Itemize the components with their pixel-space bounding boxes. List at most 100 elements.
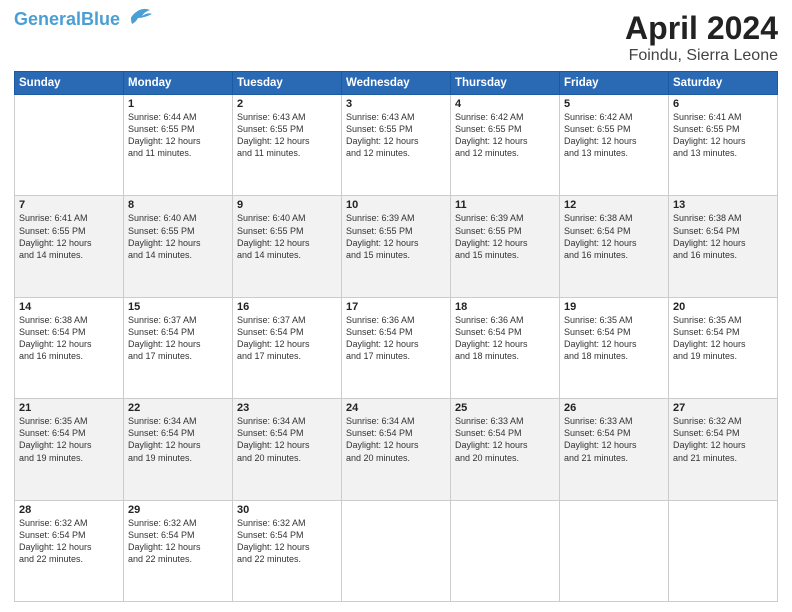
title-block: April 2024 Foindu, Sierra Leone — [625, 10, 778, 65]
day-info: Sunrise: 6:32 AMSunset: 6:54 PMDaylight:… — [673, 415, 773, 464]
day-number: 10 — [346, 199, 446, 211]
day-info: Sunrise: 6:34 AMSunset: 6:54 PMDaylight:… — [128, 415, 228, 464]
col-thursday: Thursday — [451, 72, 560, 95]
day-number: 20 — [673, 301, 773, 313]
day-info: Sunrise: 6:32 AMSunset: 6:54 PMDaylight:… — [19, 517, 119, 566]
calendar-week-row: 21Sunrise: 6:35 AMSunset: 6:54 PMDayligh… — [15, 399, 778, 500]
main-title: April 2024 — [625, 10, 778, 47]
header: GeneralBlue April 2024 Foindu, Sierra Le… — [14, 10, 778, 65]
calendar-cell: 19Sunrise: 6:35 AMSunset: 6:54 PMDayligh… — [560, 297, 669, 398]
day-number: 7 — [19, 199, 119, 211]
day-number: 30 — [237, 504, 337, 516]
day-number: 8 — [128, 199, 228, 211]
day-number: 2 — [237, 98, 337, 110]
calendar-cell: 9Sunrise: 6:40 AMSunset: 6:55 PMDaylight… — [233, 196, 342, 297]
calendar-cell: 8Sunrise: 6:40 AMSunset: 6:55 PMDaylight… — [124, 196, 233, 297]
day-info: Sunrise: 6:41 AMSunset: 6:55 PMDaylight:… — [673, 111, 773, 160]
day-info: Sunrise: 6:38 AMSunset: 6:54 PMDaylight:… — [673, 212, 773, 261]
day-number: 24 — [346, 402, 446, 414]
calendar: Sunday Monday Tuesday Wednesday Thursday… — [14, 71, 778, 602]
calendar-cell: 14Sunrise: 6:38 AMSunset: 6:54 PMDayligh… — [15, 297, 124, 398]
day-info: Sunrise: 6:42 AMSunset: 6:55 PMDaylight:… — [455, 111, 555, 160]
page: GeneralBlue April 2024 Foindu, Sierra Le… — [0, 0, 792, 612]
day-number: 9 — [237, 199, 337, 211]
day-info: Sunrise: 6:41 AMSunset: 6:55 PMDaylight:… — [19, 212, 119, 261]
calendar-cell: 17Sunrise: 6:36 AMSunset: 6:54 PMDayligh… — [342, 297, 451, 398]
col-tuesday: Tuesday — [233, 72, 342, 95]
calendar-cell: 16Sunrise: 6:37 AMSunset: 6:54 PMDayligh… — [233, 297, 342, 398]
day-number: 12 — [564, 199, 664, 211]
calendar-cell: 12Sunrise: 6:38 AMSunset: 6:54 PMDayligh… — [560, 196, 669, 297]
calendar-cell: 21Sunrise: 6:35 AMSunset: 6:54 PMDayligh… — [15, 399, 124, 500]
day-info: Sunrise: 6:39 AMSunset: 6:55 PMDaylight:… — [455, 212, 555, 261]
day-info: Sunrise: 6:32 AMSunset: 6:54 PMDaylight:… — [237, 517, 337, 566]
calendar-cell — [342, 500, 451, 601]
day-number: 19 — [564, 301, 664, 313]
calendar-week-row: 7Sunrise: 6:41 AMSunset: 6:55 PMDaylight… — [15, 196, 778, 297]
day-info: Sunrise: 6:39 AMSunset: 6:55 PMDaylight:… — [346, 212, 446, 261]
calendar-cell: 13Sunrise: 6:38 AMSunset: 6:54 PMDayligh… — [669, 196, 778, 297]
day-info: Sunrise: 6:34 AMSunset: 6:54 PMDaylight:… — [237, 415, 337, 464]
calendar-cell: 5Sunrise: 6:42 AMSunset: 6:55 PMDaylight… — [560, 95, 669, 196]
col-monday: Monday — [124, 72, 233, 95]
calendar-cell: 26Sunrise: 6:33 AMSunset: 6:54 PMDayligh… — [560, 399, 669, 500]
day-number: 15 — [128, 301, 228, 313]
logo: GeneralBlue — [14, 10, 152, 30]
logo-bird-icon — [122, 4, 152, 26]
logo-text: GeneralBlue — [14, 10, 120, 30]
calendar-week-row: 1Sunrise: 6:44 AMSunset: 6:55 PMDaylight… — [15, 95, 778, 196]
day-info: Sunrise: 6:43 AMSunset: 6:55 PMDaylight:… — [237, 111, 337, 160]
day-number: 18 — [455, 301, 555, 313]
calendar-cell — [669, 500, 778, 601]
calendar-cell — [15, 95, 124, 196]
calendar-cell: 24Sunrise: 6:34 AMSunset: 6:54 PMDayligh… — [342, 399, 451, 500]
day-info: Sunrise: 6:33 AMSunset: 6:54 PMDaylight:… — [564, 415, 664, 464]
day-number: 16 — [237, 301, 337, 313]
col-saturday: Saturday — [669, 72, 778, 95]
calendar-cell: 1Sunrise: 6:44 AMSunset: 6:55 PMDaylight… — [124, 95, 233, 196]
calendar-cell: 15Sunrise: 6:37 AMSunset: 6:54 PMDayligh… — [124, 297, 233, 398]
day-info: Sunrise: 6:35 AMSunset: 6:54 PMDaylight:… — [564, 314, 664, 363]
calendar-cell: 29Sunrise: 6:32 AMSunset: 6:54 PMDayligh… — [124, 500, 233, 601]
calendar-week-row: 28Sunrise: 6:32 AMSunset: 6:54 PMDayligh… — [15, 500, 778, 601]
calendar-cell: 6Sunrise: 6:41 AMSunset: 6:55 PMDaylight… — [669, 95, 778, 196]
col-sunday: Sunday — [15, 72, 124, 95]
day-number: 25 — [455, 402, 555, 414]
calendar-cell: 22Sunrise: 6:34 AMSunset: 6:54 PMDayligh… — [124, 399, 233, 500]
day-number: 13 — [673, 199, 773, 211]
calendar-cell: 7Sunrise: 6:41 AMSunset: 6:55 PMDaylight… — [15, 196, 124, 297]
col-friday: Friday — [560, 72, 669, 95]
day-number: 14 — [19, 301, 119, 313]
calendar-cell: 18Sunrise: 6:36 AMSunset: 6:54 PMDayligh… — [451, 297, 560, 398]
day-number: 11 — [455, 199, 555, 211]
calendar-cell: 3Sunrise: 6:43 AMSunset: 6:55 PMDaylight… — [342, 95, 451, 196]
day-info: Sunrise: 6:33 AMSunset: 6:54 PMDaylight:… — [455, 415, 555, 464]
calendar-cell: 20Sunrise: 6:35 AMSunset: 6:54 PMDayligh… — [669, 297, 778, 398]
day-info: Sunrise: 6:35 AMSunset: 6:54 PMDaylight:… — [19, 415, 119, 464]
day-info: Sunrise: 6:37 AMSunset: 6:54 PMDaylight:… — [128, 314, 228, 363]
day-info: Sunrise: 6:38 AMSunset: 6:54 PMDaylight:… — [564, 212, 664, 261]
calendar-header-row: Sunday Monday Tuesday Wednesday Thursday… — [15, 72, 778, 95]
calendar-cell: 4Sunrise: 6:42 AMSunset: 6:55 PMDaylight… — [451, 95, 560, 196]
day-info: Sunrise: 6:37 AMSunset: 6:54 PMDaylight:… — [237, 314, 337, 363]
calendar-cell: 25Sunrise: 6:33 AMSunset: 6:54 PMDayligh… — [451, 399, 560, 500]
day-info: Sunrise: 6:34 AMSunset: 6:54 PMDaylight:… — [346, 415, 446, 464]
calendar-cell: 2Sunrise: 6:43 AMSunset: 6:55 PMDaylight… — [233, 95, 342, 196]
calendar-cell: 11Sunrise: 6:39 AMSunset: 6:55 PMDayligh… — [451, 196, 560, 297]
calendar-week-row: 14Sunrise: 6:38 AMSunset: 6:54 PMDayligh… — [15, 297, 778, 398]
day-info: Sunrise: 6:40 AMSunset: 6:55 PMDaylight:… — [237, 212, 337, 261]
day-info: Sunrise: 6:38 AMSunset: 6:54 PMDaylight:… — [19, 314, 119, 363]
day-info: Sunrise: 6:43 AMSunset: 6:55 PMDaylight:… — [346, 111, 446, 160]
day-number: 17 — [346, 301, 446, 313]
day-info: Sunrise: 6:35 AMSunset: 6:54 PMDaylight:… — [673, 314, 773, 363]
col-wednesday: Wednesday — [342, 72, 451, 95]
day-number: 21 — [19, 402, 119, 414]
calendar-cell: 10Sunrise: 6:39 AMSunset: 6:55 PMDayligh… — [342, 196, 451, 297]
day-number: 3 — [346, 98, 446, 110]
day-info: Sunrise: 6:32 AMSunset: 6:54 PMDaylight:… — [128, 517, 228, 566]
day-number: 6 — [673, 98, 773, 110]
day-number: 1 — [128, 98, 228, 110]
day-info: Sunrise: 6:40 AMSunset: 6:55 PMDaylight:… — [128, 212, 228, 261]
calendar-cell: 28Sunrise: 6:32 AMSunset: 6:54 PMDayligh… — [15, 500, 124, 601]
calendar-cell — [451, 500, 560, 601]
